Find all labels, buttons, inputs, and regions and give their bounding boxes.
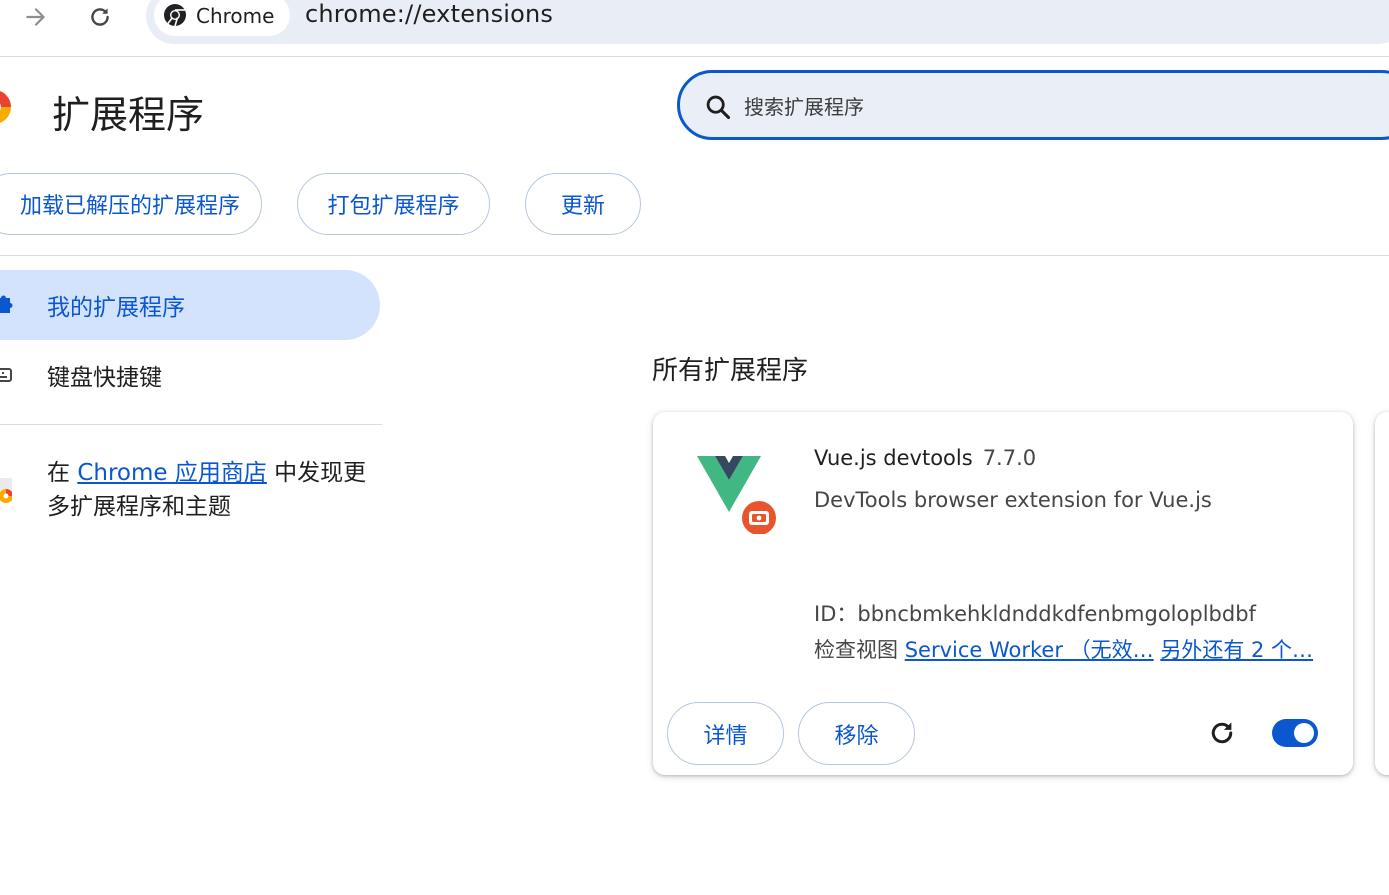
web-store-promo: 在 Chrome 应用商店 中发现更多扩展程序和主题 bbox=[47, 456, 377, 524]
extension-card: Vue.js devtools 7.7.0 DevTools browser ex… bbox=[653, 412, 1353, 775]
more-views-link[interactable]: 另外还有 2 个… bbox=[1160, 638, 1313, 662]
toggle-knob bbox=[1294, 723, 1314, 743]
browser-toolbar: Chrome chrome://extensions bbox=[0, 0, 1389, 57]
reload-page-button[interactable] bbox=[80, 0, 120, 34]
remove-button[interactable]: 移除 bbox=[798, 702, 915, 765]
extension-description: DevTools browser extension for Vue.js bbox=[814, 488, 1212, 512]
extensions-logo-icon bbox=[0, 91, 11, 123]
sidebar-divider bbox=[0, 424, 382, 425]
extension-card-partial bbox=[1375, 412, 1389, 775]
sidebar-item-label: 我的扩展程序 bbox=[47, 295, 185, 321]
web-store-link[interactable]: Chrome 应用商店 bbox=[77, 460, 267, 486]
forward-button[interactable] bbox=[16, 0, 56, 34]
inspect-views: 检查视图 Service Worker （无效… 另外还有 2 个… bbox=[814, 634, 1313, 664]
sidebar-item-keyboard-shortcuts[interactable]: 键盘快捷键 bbox=[0, 340, 380, 410]
details-button[interactable]: 详情 bbox=[667, 702, 784, 765]
page-title: 扩展程序 bbox=[52, 93, 205, 137]
load-unpacked-button[interactable]: 加载已解压的扩展程序 bbox=[0, 173, 262, 235]
section-title: 所有扩展程序 bbox=[652, 356, 809, 386]
update-button[interactable]: 更新 bbox=[525, 173, 641, 235]
site-chip[interactable]: Chrome bbox=[154, 0, 290, 36]
inspect-label: 检查视图 bbox=[814, 638, 905, 662]
reload-extension-icon[interactable] bbox=[1207, 718, 1237, 748]
reload-icon bbox=[91, 8, 109, 26]
header-divider bbox=[0, 255, 1389, 256]
search-box[interactable] bbox=[677, 70, 1389, 140]
keyboard-icon bbox=[0, 368, 12, 382]
extension-title: Vue.js devtools 7.7.0 bbox=[814, 446, 1036, 470]
search-input[interactable] bbox=[742, 91, 1346, 123]
extension-version: 7.7.0 bbox=[982, 446, 1037, 470]
enable-toggle[interactable] bbox=[1272, 719, 1318, 747]
store-prefix: 在 bbox=[47, 460, 78, 486]
web-store-icon bbox=[0, 478, 12, 503]
pack-extension-button[interactable]: 打包扩展程序 bbox=[297, 173, 490, 235]
chrome-logo-icon bbox=[164, 4, 186, 27]
arrow-right-icon bbox=[26, 8, 45, 26]
address-text[interactable]: chrome://extensions bbox=[305, 0, 553, 28]
vue-logo-icon bbox=[697, 456, 778, 534]
search-icon bbox=[706, 95, 731, 120]
extension-name: Vue.js devtools bbox=[814, 446, 973, 470]
site-chip-label: Chrome bbox=[196, 4, 275, 28]
sidebar-item-my-extensions[interactable]: 我的扩展程序 bbox=[0, 270, 380, 340]
service-worker-link[interactable]: Service Worker （无效… bbox=[905, 638, 1154, 662]
puzzle-icon bbox=[0, 295, 13, 313]
sidebar-item-label: 键盘快捷键 bbox=[47, 365, 162, 391]
extension-id: ID：bbncbmkehkldnddkdfenbmgoloplbdbf bbox=[814, 602, 1256, 626]
